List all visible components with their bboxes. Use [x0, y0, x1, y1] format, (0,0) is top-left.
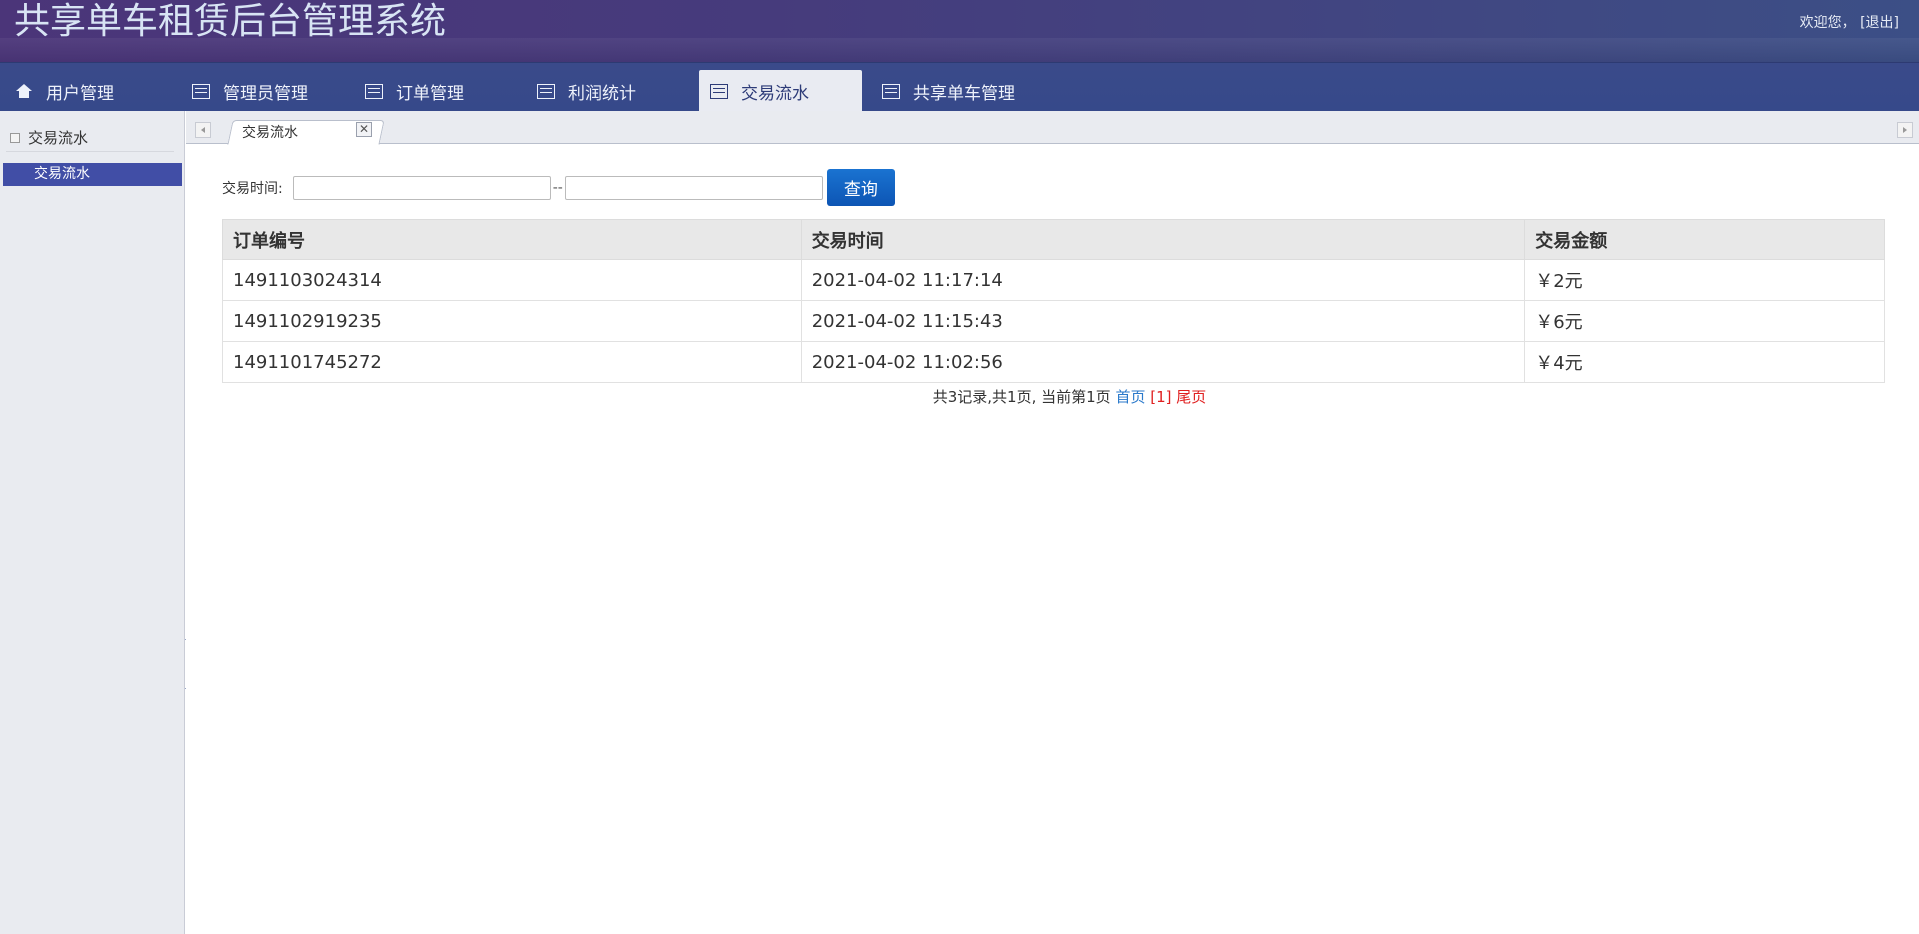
list-icon — [881, 83, 901, 99]
main-content: 交易时间: -- 查询 订单编号 交易时间 交易金额 1491103024314… — [186, 145, 1919, 934]
sidebar: 交易流水 交易流水 — [0, 111, 185, 934]
query-button[interactable]: 查询 — [826, 169, 895, 206]
logout-link[interactable]: [退出] — [1860, 15, 1899, 31]
cell-order-number: 1491103024314 — [222, 259, 802, 301]
list-icon — [536, 83, 556, 99]
cell-transaction-time: 2021-04-02 11:15:43 — [800, 300, 1526, 342]
nav-profit-stats[interactable]: 利润统计 — [536, 70, 636, 112]
list-icon — [191, 83, 211, 99]
sidebar-item-transaction-flow[interactable]: 交易流水 — [3, 163, 182, 186]
filter-label: 交易时间: — [222, 180, 283, 197]
tab-strip: 交易流水 ✕ — [186, 111, 1919, 145]
cell-transaction-time: 2021-04-02 11:17:14 — [800, 259, 1526, 301]
pagination: 共3记录,共1页, 当前第1页 首页 [1] 尾页 — [186, 386, 1919, 407]
cell-order-number: 1491102919235 — [222, 300, 802, 342]
tab-scroll-right-button[interactable] — [1897, 122, 1913, 138]
user-welcome: 欢迎您， [退出] — [1800, 12, 1899, 32]
nav-transaction-flow[interactable]: 交易流水 — [699, 70, 862, 112]
tab-label: 交易流水 — [242, 125, 298, 141]
main-nav: 用户管理 管理员管理 订单管理 利润统计 交易流水 共享单车管理 — [0, 62, 1919, 112]
first-page-link[interactable]: 首页 — [1115, 388, 1145, 406]
welcome-text: 欢迎您， — [1799, 15, 1856, 31]
cell-amount: ￥2元 — [1524, 259, 1885, 301]
transaction-table: 订单编号 交易时间 交易金额 1491103024314 2021-04-02 … — [222, 219, 1885, 383]
nav-label: 共享单车管理 — [913, 83, 1015, 104]
tab-close-icon[interactable]: ✕ — [356, 122, 372, 137]
sidebar-divider — [6, 151, 174, 152]
table-row: 1491103024314 2021-04-02 11:17:14 ￥2元 — [222, 259, 1885, 301]
tab-scroll-left-button[interactable] — [195, 122, 211, 138]
table-row: 1491102919235 2021-04-02 11:15:43 ￥6元 — [222, 300, 1885, 342]
nav-user-management[interactable]: 用户管理 — [14, 70, 114, 112]
nav-bike-management[interactable]: 共享单车管理 — [881, 70, 1015, 112]
start-date-input[interactable] — [292, 175, 551, 200]
app-header: 共享单车租赁后台管理系统 欢迎您， [退出] — [0, 0, 1919, 62]
current-page-link[interactable]: [1] — [1145, 388, 1176, 406]
col-transaction-time: 交易时间 — [800, 219, 1526, 260]
nav-label: 管理员管理 — [223, 83, 308, 104]
home-icon — [14, 83, 34, 99]
table-row: 1491101745272 2021-04-02 11:02:56 ￥4元 — [222, 341, 1885, 383]
nav-admin-management[interactable]: 管理员管理 — [191, 70, 308, 112]
date-separator: -- — [552, 179, 563, 196]
sidebar-group-header[interactable]: 交易流水 — [10, 127, 88, 148]
list-icon — [709, 83, 729, 99]
arrow-right-icon — [1903, 127, 1907, 133]
last-page-link[interactable]: 尾页 — [1176, 388, 1206, 406]
sidebar-group-title: 交易流水 — [28, 129, 89, 147]
cell-order-number: 1491101745272 — [222, 341, 802, 383]
nav-label: 交易流水 — [741, 83, 809, 104]
app-title: 共享单车租赁后台管理系统 — [14, 1, 447, 42]
nav-order-management[interactable]: 订单管理 — [364, 70, 464, 112]
nav-label: 利润统计 — [568, 83, 636, 104]
pagination-summary: 共3记录,共1页, 当前第1页 — [932, 388, 1116, 406]
cell-amount: ￥4元 — [1524, 341, 1885, 383]
nav-label: 订单管理 — [396, 83, 464, 104]
arrow-left-icon — [201, 127, 205, 133]
list-icon — [364, 83, 384, 99]
cell-transaction-time: 2021-04-02 11:02:56 — [800, 341, 1526, 383]
collapse-box-icon — [10, 132, 20, 143]
col-transaction-amount: 交易金额 — [1524, 219, 1885, 260]
nav-label: 用户管理 — [46, 83, 114, 104]
date-filter: 交易时间: -- 查询 — [222, 169, 895, 206]
col-order-number: 订单编号 — [222, 219, 802, 260]
cell-amount: ￥6元 — [1524, 300, 1885, 342]
table-header-row: 订单编号 交易时间 交易金额 — [222, 219, 1885, 260]
end-date-input[interactable] — [564, 175, 823, 200]
